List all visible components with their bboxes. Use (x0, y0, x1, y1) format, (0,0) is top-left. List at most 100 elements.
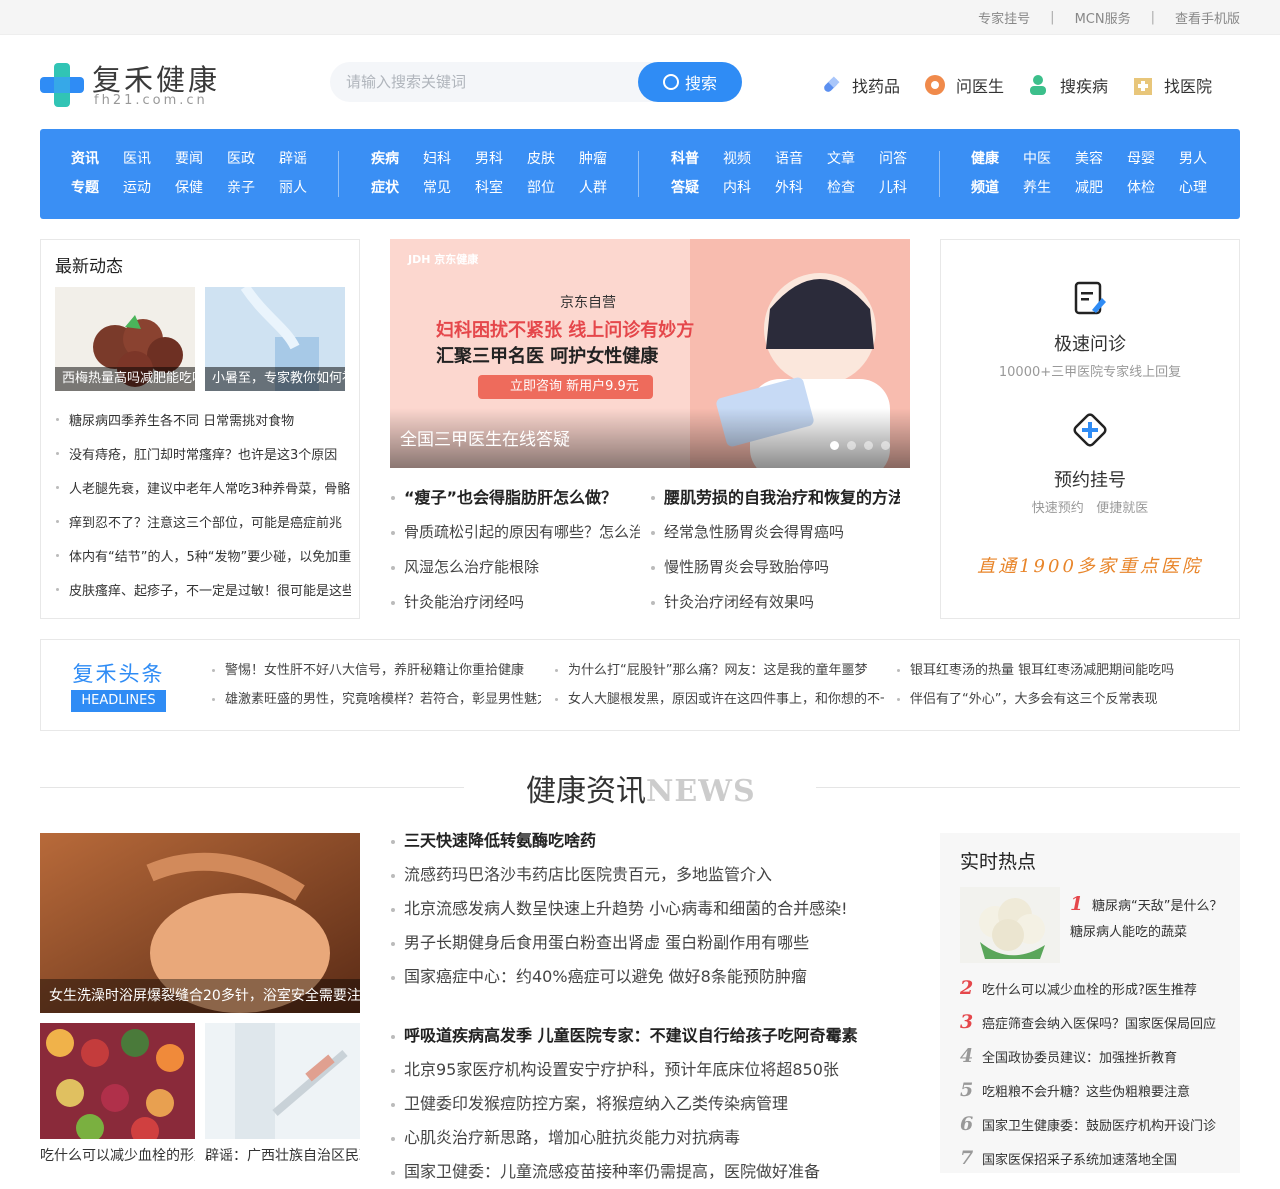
hot-item[interactable]: 3 癌症筛查会纳入医保吗？国家医保局回应 (960, 1005, 1230, 1039)
list-item[interactable]: 北京流感发病人数呈快速上升趋势 小心病毒和细菌的合并感染! (390, 892, 890, 926)
carousel-dot[interactable] (830, 441, 839, 450)
nav-item[interactable]: 减肥 (1063, 177, 1115, 197)
banner-cta[interactable]: 立即咨询 新用户9.9元 (478, 375, 653, 399)
nav-item[interactable]: 健康 (959, 148, 1011, 168)
list-item[interactable]: 经常急性肠胃炎会得胃癌吗 (650, 515, 900, 550)
nav-item[interactable]: 儿科 (867, 177, 919, 197)
mcn-service-link[interactable]: MCN服务 (1075, 8, 1131, 27)
nav-item[interactable]: 母婴 (1115, 148, 1167, 168)
list-item[interactable]: “瘦子”也会得脂肪肝怎么做？ (390, 480, 640, 515)
hot-item[interactable]: 4 全国政协委员建议：加强挫折教育 (960, 1039, 1230, 1073)
list-item[interactable]: 皮肤瘙痒、起疹子，不一定是过敏！很可能是这些原因 (55, 580, 351, 614)
mobile-version-link[interactable]: 查看手机版 (1175, 8, 1240, 27)
hot-item[interactable]: 6 国家卫生健康委：鼓励医疗机构开设门诊 (960, 1107, 1230, 1141)
nav-item[interactable]: 资讯 (59, 148, 111, 168)
find-medicine-link[interactable]: 找药品 (820, 73, 900, 97)
nav-item[interactable]: 检查 (815, 177, 867, 197)
list-item[interactable]: 针灸治疗闭经有效果吗 (650, 585, 900, 620)
nav-item[interactable]: 要闻 (163, 148, 215, 168)
list-item[interactable]: 呼吸道疾病高发季 儿童医院专家：不建议自行给孩子吃阿奇霉素 (390, 1019, 890, 1053)
list-item[interactable]: 伴侣有了“外心”，大多会有这三个反常表现 (896, 685, 1226, 714)
hospital-count-banner[interactable]: 直通1900多家重点医院 (941, 552, 1239, 578)
thumb-card[interactable]: 西梅热量高吗减肥能吃吗 (55, 287, 195, 391)
nav-item[interactable]: 中医 (1011, 148, 1063, 168)
hot-item[interactable]: 7 国家医保招采子系统加速落地全国 (960, 1141, 1230, 1175)
nav-item[interactable]: 语音 (763, 148, 815, 168)
consult-clipboard-icon[interactable] (1072, 280, 1108, 316)
list-item[interactable]: 腰肌劳损的自我治疗和恢复的方法 (650, 480, 900, 515)
small-image-card[interactable] (205, 1023, 360, 1139)
thumb-card[interactable]: 小暑至，专家教你如何补水 (205, 287, 345, 391)
nav-item[interactable]: 医讯 (111, 148, 163, 168)
carousel-dot[interactable] (881, 441, 890, 450)
list-item[interactable]: 流感药玛巴洛沙韦药店比医院贵百元，多地监管介入 (390, 858, 890, 892)
nav-item[interactable]: 答疑 (659, 177, 711, 197)
nav-item[interactable]: 内科 (711, 177, 763, 197)
list-item[interactable]: 北京95家医疗机构设置安宁疗护科，预计年底床位将超850张 (390, 1053, 890, 1087)
nav-item[interactable]: 妇科 (411, 148, 463, 168)
booking-plus-icon[interactable] (1072, 412, 1108, 448)
nav-item[interactable]: 男人 (1167, 148, 1219, 168)
nav-item[interactable]: 部位 (515, 177, 567, 197)
list-item[interactable]: 雄激素旺盛的男性，究竟啥模样？若符合，彰显男性魅力 (211, 685, 541, 714)
carousel-dot[interactable] (847, 441, 856, 450)
list-item[interactable]: 国家卫健委：儿童流感疫苗接种率仍需提高，医院做好准备 (390, 1155, 890, 1189)
nav-item[interactable]: 专题 (59, 177, 111, 197)
nav-item[interactable]: 频道 (959, 177, 1011, 197)
feature-image-card[interactable]: 女生洗澡时浴屏爆裂缝合20多针，浴室安全需要注意什么 (40, 833, 360, 1013)
nav-item[interactable]: 心理 (1167, 177, 1219, 197)
nav-item[interactable]: 美容 (1063, 148, 1115, 168)
list-item[interactable]: 骨质疏松引起的原因有哪些？怎么治疗 (390, 515, 640, 550)
list-item[interactable]: 慢性肠胃炎会导致胎停吗 (650, 550, 900, 585)
nav-item[interactable]: 体检 (1115, 177, 1167, 197)
nav-item[interactable]: 医政 (215, 148, 267, 168)
search-disease-link[interactable]: 搜疾病 (1028, 73, 1108, 97)
list-item[interactable]: 警惕！女性肝不好八大信号，养肝秘籍让你重拾健康 (211, 656, 541, 685)
expert-registration-link[interactable]: 专家挂号 (978, 8, 1030, 27)
hot-first-item[interactable]: 1 糖尿病“天敌”是什么？糖尿病人能吃的蔬菜 (960, 887, 1230, 963)
list-item[interactable]: 针灸能治疗闭经吗 (390, 585, 640, 620)
list-item[interactable]: 女人大腿根发黑，原因或许在这四件事上，和你想的不一样 (554, 685, 884, 714)
nav-item[interactable]: 丽人 (267, 177, 319, 197)
hot-item[interactable]: 2 吃什么可以减少血栓的形成?医生推荐 (960, 971, 1230, 1005)
nav-item[interactable]: 辟谣 (267, 148, 319, 168)
nav-item[interactable]: 保健 (163, 177, 215, 197)
nav-item[interactable]: 人群 (567, 177, 619, 197)
list-item[interactable]: 银耳红枣汤的热量 银耳红枣汤减肥期间能吃吗 (896, 656, 1226, 685)
list-item[interactable]: 心肌炎治疗新思路，增加心脏抗炎能力对抗病毒 (390, 1121, 890, 1155)
small-image-caption[interactable]: 辟谣：广西壮族自治区民政厅发布的消息 (205, 1145, 360, 1165)
list-item[interactable]: 痒到忍不了？注意这三个部位，可能是癌症前兆 (55, 512, 351, 546)
list-item[interactable]: 人老腿先衰，建议中老年人常吃3种养骨菜，骨骼更强壮 (55, 478, 351, 512)
nav-item[interactable]: 症状 (359, 177, 411, 197)
list-item[interactable]: 为什么打“屁股针”那么痛？网友：这是我的童年噩梦 (554, 656, 884, 685)
nav-item[interactable]: 肿瘤 (567, 148, 619, 168)
nav-item[interactable]: 科室 (463, 177, 515, 197)
promo-banner[interactable]: JDH 京东健康 京东自营 妇科困扰不紧张 线上问诊有妙方 汇聚三甲名医 呵护女… (390, 239, 910, 468)
small-image-card[interactable] (40, 1023, 195, 1139)
site-logo[interactable]: 复禾健康 fh21.com.cn (40, 59, 230, 119)
nav-item[interactable]: 问答 (867, 148, 919, 168)
list-item[interactable]: 风湿怎么治疗能根除 (390, 550, 640, 585)
booking-title[interactable]: 预约挂号 (941, 466, 1239, 492)
consult-title[interactable]: 极速问诊 (941, 330, 1239, 356)
small-image-caption[interactable]: 吃什么可以减少血栓的形成 (40, 1145, 195, 1165)
nav-item[interactable]: 外科 (763, 177, 815, 197)
list-item[interactable]: 糖尿病四季养生各不同 日常需挑对食物 (55, 410, 351, 444)
list-item[interactable]: 男子长期健身后食用蛋白粉查出肾虚 蛋白粉副作用有哪些 (390, 926, 890, 960)
list-item[interactable]: 卫健委印发猴痘防控方案，将猴痘纳入乙类传染病管理 (390, 1087, 890, 1121)
list-item[interactable]: 体内有“结节”的人，5种“发物”要少碰，以免加重 (55, 546, 351, 580)
search-input[interactable] (346, 71, 626, 93)
nav-item[interactable]: 科普 (659, 148, 711, 168)
nav-item[interactable]: 文章 (815, 148, 867, 168)
ask-doctor-link[interactable]: 问医生 (924, 73, 1004, 97)
nav-item[interactable]: 运动 (111, 177, 163, 197)
hot-item[interactable]: 5 吃粗粮不会升糖？这些伪粗粮要注意 (960, 1073, 1230, 1107)
nav-item[interactable]: 疾病 (359, 148, 411, 168)
nav-item[interactable]: 养生 (1011, 177, 1063, 197)
nav-item[interactable]: 亲子 (215, 177, 267, 197)
find-hospital-link[interactable]: 找医院 (1132, 73, 1212, 97)
carousel-dot[interactable] (864, 441, 873, 450)
nav-item[interactable]: 视频 (711, 148, 763, 168)
list-item[interactable]: 三天快速降低转氨酶吃啥药 (390, 824, 890, 858)
list-item[interactable]: 没有痔疮，肛门却时常瘙痒？也许是这3个原因 (55, 444, 351, 478)
